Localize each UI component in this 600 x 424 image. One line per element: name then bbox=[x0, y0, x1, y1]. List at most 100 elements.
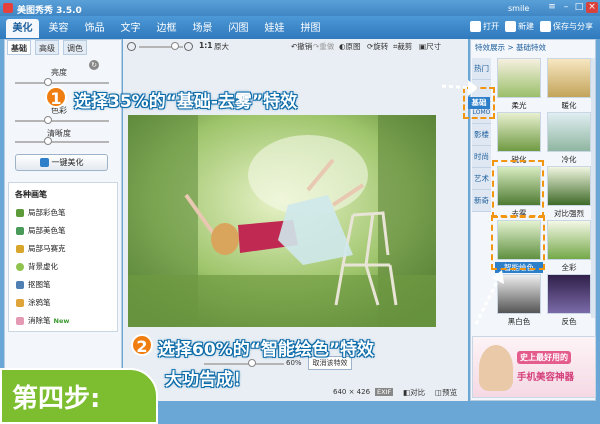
tab-collage[interactable]: 拼图 bbox=[294, 19, 327, 38]
effect-thumb-full-color[interactable] bbox=[547, 220, 591, 260]
image-dimensions: 640 × 426 bbox=[333, 388, 371, 396]
brush-local-color[interactable]: 局部彩色笔 bbox=[16, 207, 66, 219]
open-button[interactable]: 打开 bbox=[470, 20, 499, 34]
redo-button[interactable]: ↷重做 bbox=[313, 41, 334, 52]
save-icon bbox=[540, 21, 551, 32]
zoom-out-icon[interactable] bbox=[127, 42, 136, 51]
app-logo-icon bbox=[3, 3, 13, 13]
brightness-knob[interactable] bbox=[44, 78, 52, 86]
brush-cutout[interactable]: 抠图笔 bbox=[16, 279, 51, 291]
crop-button[interactable]: ⌗裁剪 bbox=[393, 41, 412, 52]
promo-line-1: 史上最好用的 bbox=[517, 351, 571, 364]
mosaic-icon bbox=[16, 245, 24, 253]
brush-eraser[interactable]: 消除笔 New bbox=[16, 315, 69, 327]
effect-opacity-value: 60% bbox=[286, 359, 302, 367]
sharpness-knob[interactable] bbox=[44, 137, 52, 145]
highlight-smart-color-effect bbox=[491, 215, 545, 270]
brush-local-beauty[interactable]: 局部美色笔 bbox=[16, 225, 66, 237]
breadcrumb: 特效展示 > 基础特效 bbox=[475, 43, 547, 52]
category-novel[interactable]: 新奇 bbox=[472, 190, 491, 212]
tab-beautify[interactable]: 美化 bbox=[6, 19, 39, 38]
step-number-2: 2 bbox=[131, 334, 153, 356]
brightness-slider[interactable] bbox=[15, 82, 109, 84]
title-bar: 美图秀秀 3.5.0 smile ≡ – □ × bbox=[0, 0, 600, 16]
magic-icon bbox=[39, 158, 49, 167]
effect-thumb-cool[interactable] bbox=[547, 112, 591, 152]
step-label: 第四步: bbox=[12, 384, 101, 414]
instruction-2: 选择60%的“智能绘色”特效 bbox=[158, 340, 375, 360]
beauty-brush-icon bbox=[16, 227, 24, 235]
tab-color[interactable]: 调色 bbox=[63, 40, 87, 55]
menu-icon[interactable]: ≡ bbox=[546, 2, 558, 13]
tab-accessories[interactable]: 饰品 bbox=[78, 19, 111, 38]
main-nav: 美化 美容 饰品 文字 边框 场景 闪图 娃娃 拼图 打开 新建 保存与分享 bbox=[0, 16, 600, 39]
tab-scene[interactable]: 场景 bbox=[186, 19, 219, 38]
instruction-1: 选择35%的“基础-去雾”特效 bbox=[74, 92, 298, 112]
promo-face-image bbox=[479, 345, 513, 391]
sharpness-slider[interactable] bbox=[15, 141, 109, 143]
canvas-toolbar: 1:1 原大 ↶撤销 ↷重做 ◐原图 ⟳旋转 ⌗裁剪 ▣尺寸 bbox=[123, 39, 468, 53]
cutout-icon bbox=[16, 281, 24, 289]
promo-banner[interactable]: 史上最好用的 手机美容神器 bbox=[472, 336, 596, 398]
reset-icon[interactable]: ↻ bbox=[89, 60, 99, 70]
maximize-icon[interactable]: □ bbox=[573, 2, 585, 13]
effects-scrollbar[interactable] bbox=[591, 58, 595, 318]
tab-advanced[interactable]: 高级 bbox=[35, 40, 59, 55]
tab-frame[interactable]: 边框 bbox=[150, 19, 183, 38]
step-number-1: 1 bbox=[45, 86, 67, 108]
tab-flash[interactable]: 闪图 bbox=[222, 19, 255, 38]
tab-basic[interactable]: 基础 bbox=[7, 40, 31, 55]
effect-thumb-soft-light[interactable] bbox=[497, 58, 541, 98]
brush-doodle[interactable]: 涂鸦笔 bbox=[16, 297, 51, 309]
original-button[interactable]: ◐原图 bbox=[339, 41, 361, 52]
arrow-to-basic bbox=[441, 80, 478, 96]
minimize-icon[interactable]: – bbox=[560, 2, 572, 13]
effect-label: 柔光 bbox=[511, 101, 527, 110]
effect-label: 暖化 bbox=[561, 101, 577, 110]
color-brush-icon bbox=[16, 209, 24, 217]
tab-doll[interactable]: 娃娃 bbox=[258, 19, 291, 38]
close-icon[interactable]: × bbox=[586, 2, 598, 13]
effect-label: 冷化 bbox=[561, 155, 577, 164]
effect-thumb-sharpen[interactable] bbox=[497, 112, 541, 152]
zoom-in-icon[interactable] bbox=[184, 42, 193, 51]
zoom-ratio[interactable]: 1:1 bbox=[199, 41, 212, 50]
category-art[interactable]: 艺术 bbox=[472, 168, 491, 190]
saturation-slider[interactable] bbox=[15, 120, 109, 122]
undo-button[interactable]: ↶撤销 bbox=[291, 41, 312, 52]
app-title: 美图秀秀 3.5.0 bbox=[17, 6, 82, 16]
tab-beauty[interactable]: 美容 bbox=[42, 19, 75, 38]
doodle-icon bbox=[16, 299, 24, 307]
actual-size-button[interactable]: 原大 bbox=[214, 41, 229, 52]
blur-icon bbox=[16, 263, 24, 271]
brush-background-blur[interactable]: 背景虚化 bbox=[16, 261, 58, 273]
brush-mosaic[interactable]: 局部马赛克 bbox=[16, 243, 66, 255]
effect-label: 对比强烈 bbox=[554, 209, 584, 218]
category-studio[interactable]: 影楼 bbox=[472, 124, 491, 146]
eraser-icon bbox=[16, 317, 24, 325]
effect-thumb-high-contrast[interactable] bbox=[547, 166, 591, 206]
category-fashion[interactable]: 时尚 bbox=[472, 146, 491, 168]
size-button[interactable]: ▣尺寸 bbox=[419, 41, 441, 52]
tab-text[interactable]: 文字 bbox=[114, 19, 147, 38]
compare-button[interactable]: ◧对比 bbox=[403, 387, 425, 398]
preview-button[interactable]: ◫预览 bbox=[435, 387, 457, 398]
brush-section: 各种画笔 局部彩色笔 局部美色笔 局部马赛克 背景虚化 抠图笔 涂鸦笔 消除笔 N… bbox=[8, 182, 118, 332]
effect-thumb-warm[interactable] bbox=[547, 58, 591, 98]
save-share-button[interactable]: 保存与分享 bbox=[540, 20, 593, 34]
effect-thumb-invert[interactable] bbox=[547, 274, 591, 314]
photo-canvas[interactable] bbox=[128, 115, 436, 327]
one-key-beautify-button[interactable]: 一键美化 bbox=[15, 154, 108, 171]
promo-line-2: 手机美容神器 bbox=[517, 372, 575, 383]
user-name[interactable]: smile bbox=[508, 4, 529, 13]
saturation-knob[interactable] bbox=[44, 116, 52, 124]
new-tag: New bbox=[53, 317, 70, 325]
highlight-dehaze-effect bbox=[492, 160, 544, 218]
new-button[interactable]: 新建 bbox=[505, 20, 534, 34]
rotate-button[interactable]: ⟳旋转 bbox=[367, 41, 388, 52]
zoom-knob[interactable] bbox=[171, 42, 179, 50]
instruction-2-line2: 大功告成！ bbox=[165, 370, 250, 390]
sharpness-label: 清晰度 bbox=[47, 129, 71, 138]
exif-button[interactable]: EXIF bbox=[375, 388, 394, 396]
plus-icon bbox=[505, 21, 516, 32]
